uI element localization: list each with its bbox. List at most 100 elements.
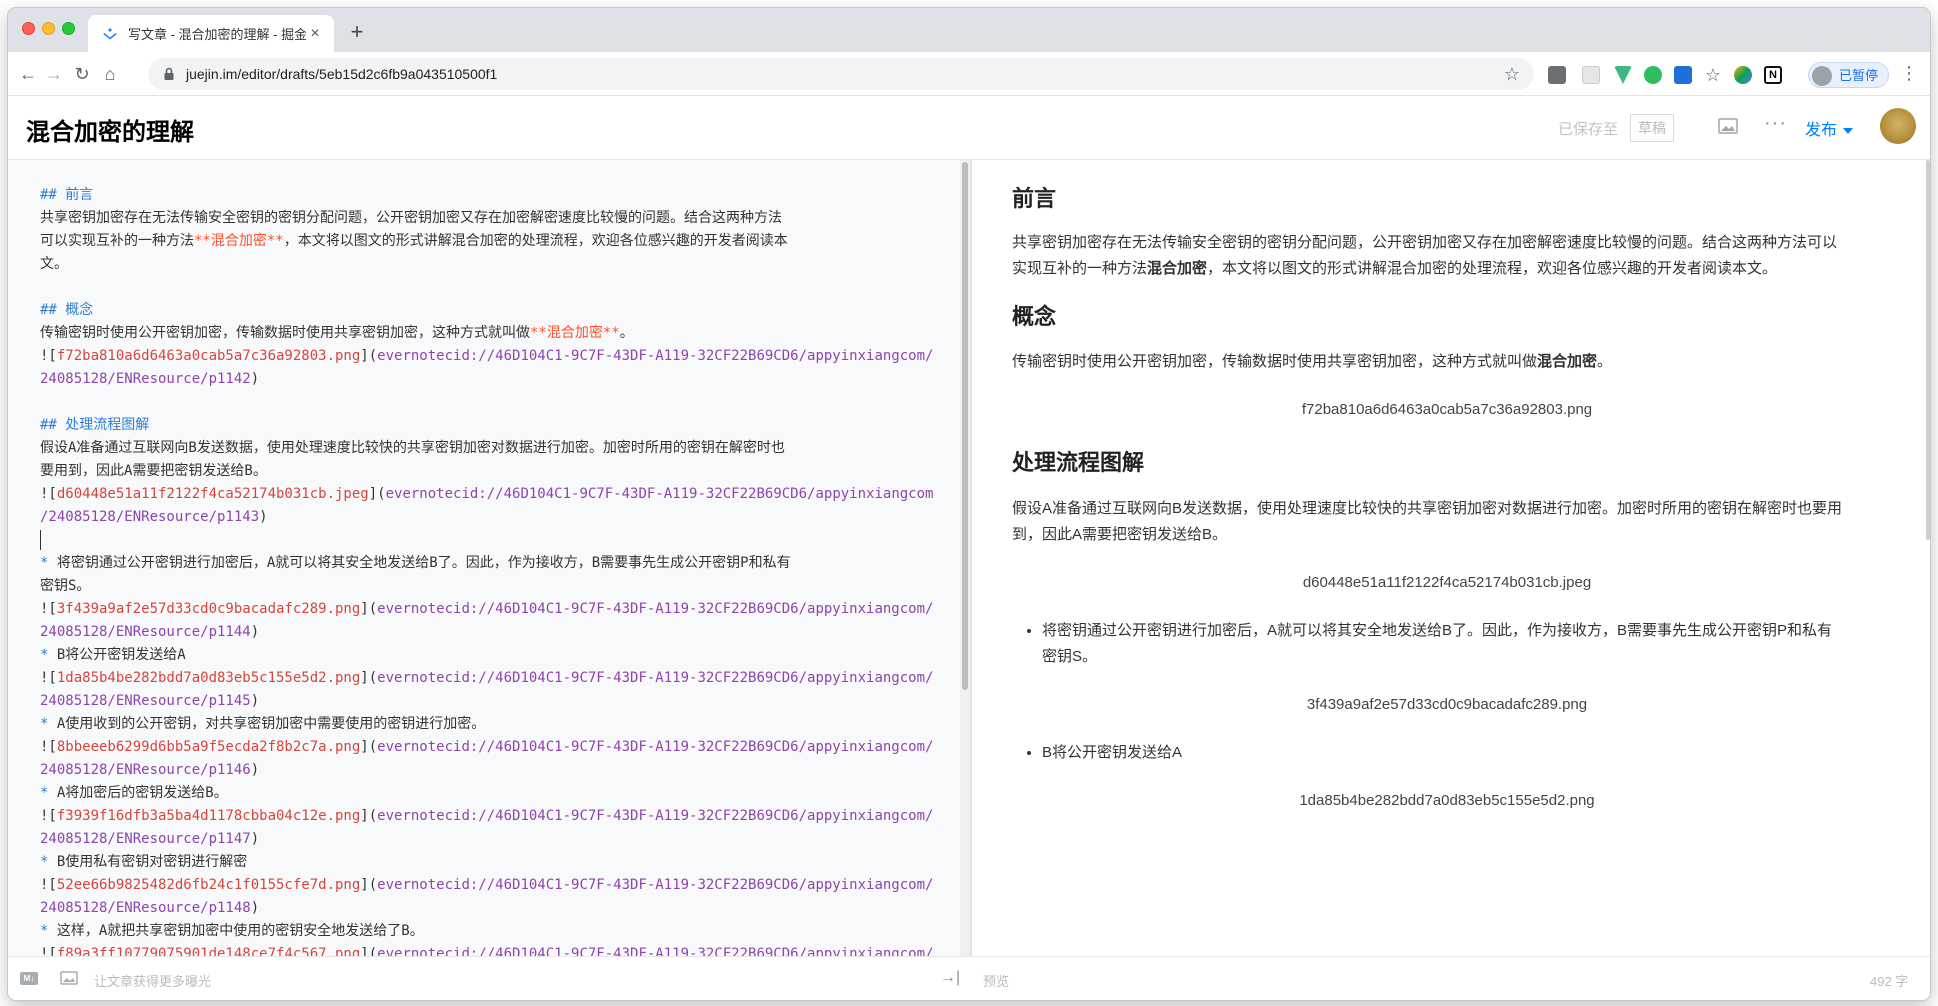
user-avatar[interactable]: [1880, 108, 1916, 144]
editor-line[interactable]: ![52ee66b9825482d6fb24c1f0155cfe7d.png](…: [40, 874, 940, 897]
draft-link[interactable]: 草稿: [1630, 114, 1674, 142]
editor-line[interactable]: 要用到，因此A需要把密钥发送给B。: [40, 460, 940, 483]
editor-token-lnk: 3f439a9af2e57d33cd0c9bacadafc289.png: [56, 601, 361, 617]
extension-icon[interactable]: [1582, 66, 1600, 84]
editor-token-url: 24085128/ENResource/p1144: [40, 624, 251, 640]
editor-heading: ## 处理流程图解: [40, 417, 150, 433]
editor-token-lnk: d60448e51a11f2122f4ca52174b031cb.jpeg: [56, 486, 369, 502]
editor-line[interactable]: 文。: [40, 253, 940, 276]
colorful-extension-icon[interactable]: [1734, 66, 1752, 84]
editor-line[interactable]: 假设A准备通过互联网向B发送数据，使用处理速度比较快的共享密钥加密对数据进行加密…: [40, 437, 940, 460]
profile-paused-button[interactable]: 已暂停: [1808, 62, 1890, 88]
editor-line[interactable]: ## 前言: [40, 184, 940, 207]
address-bar[interactable]: juejin.im/editor/drafts/5eb15d2c6fb9a043…: [148, 58, 1534, 90]
editor-line[interactable]: 24085128/ENResource/p1144): [40, 621, 940, 644]
editor-token: ](: [368, 486, 386, 502]
editor-token: 文。: [40, 256, 68, 272]
editor-line[interactable]: * 这样，A就把共享密钥加密中使用的密钥安全地发送给了B。: [40, 920, 940, 943]
editor-line[interactable]: * A使用收到的公开密钥，对共享密钥加密中需要使用的密钥进行加密。: [40, 713, 940, 736]
editor-token-url: evernotecid://46D104C1-9C7F-43DF-A119-32…: [377, 348, 934, 364]
editor-line[interactable]: * B将公开密钥发送给A: [40, 644, 940, 667]
browser-tab[interactable]: 写文章 - 混合加密的理解 - 掘金 ×: [88, 15, 334, 52]
extension-blue-icon[interactable]: [1674, 66, 1692, 84]
editor-line[interactable]: 24085128/ENResource/p1148): [40, 897, 940, 920]
editor-token-lnk: f72ba810a6d6463a0cab5a7c36a92803.png: [56, 348, 361, 364]
exposure-hint-link[interactable]: 让文章获得更多曝光: [94, 971, 211, 990]
new-tab-button[interactable]: +: [344, 20, 370, 46]
editor-token-url: 24085128/ENResource/p1145: [40, 693, 251, 709]
back-arrow-icon[interactable]: ←: [16, 62, 40, 86]
editor-line[interactable]: ![3f439a9af2e57d33cd0c9bacadafc289.png](…: [40, 598, 940, 621]
editor-line[interactable]: 24085128/ENResource/p1146): [40, 759, 940, 782]
forward-arrow-icon[interactable]: →: [42, 62, 66, 86]
preview-bold: 混合加密: [1537, 353, 1598, 370]
editor-line[interactable]: 可以实现互补的一种方法**混合加密**，本文将以图文的形式讲解混合加密的处理流程…: [40, 230, 940, 253]
editor-token: ](: [360, 348, 378, 364]
editor-token-url: evernotecid://46D104C1-9C7F-43DF-A119-32…: [377, 601, 934, 617]
preview-heading-preface: 前言: [1012, 186, 1057, 211]
editor-token-url: evernotecid://46D104C1-9C7F-43DF-A119-32…: [377, 808, 934, 824]
editor-token: ): [259, 509, 268, 525]
maximize-window-button[interactable]: [62, 22, 75, 35]
editor-token-url: 24085128/ENResource/p1147: [40, 831, 251, 847]
editor-line[interactable]: [40, 529, 940, 552]
editor-line[interactable]: ![f72ba810a6d6463a0cab5a7c36a92803.png](…: [40, 345, 940, 368]
vue-devtools-icon[interactable]: [1614, 66, 1632, 84]
bookmark-extension-icon[interactable]: ☆: [1704, 66, 1722, 84]
editor-token: 将密钥通过公开密钥进行加密后，A就可以将其安全地发送给B了。因此，作为接收方，B…: [56, 555, 791, 571]
editor-line[interactable]: 24085128/ENResource/p1142): [40, 368, 940, 391]
editor-line[interactable]: * A将加密后的密钥发送给B。: [40, 782, 940, 805]
markdown-icon[interactable]: M↓: [20, 972, 38, 985]
editor-token-lnk: f89a3ff10779075901de148ce7f4c567.png: [56, 946, 361, 956]
browser-menu-icon[interactable]: ⋮: [1900, 63, 1918, 84]
editor-token: B将公开密钥发送给A: [56, 647, 186, 663]
editor-token: ](: [360, 670, 378, 686]
collapse-preview-icon[interactable]: →|: [940, 969, 960, 987]
more-options-icon[interactable]: ···: [1764, 112, 1787, 135]
editor-token-url: evernotecid://46D104C1-9C7F-43DF-A119-32…: [377, 877, 934, 893]
editor-line[interactable]: ![8bbeeeb6299d6bb5a9f5ecda2f8b2c7a.png](…: [40, 736, 940, 759]
bookmark-star-icon[interactable]: ☆: [1504, 64, 1520, 85]
download-extension-icon[interactable]: [1548, 66, 1566, 84]
publish-button[interactable]: 发布: [1805, 116, 1854, 140]
editor-line[interactable]: 密钥S。: [40, 575, 940, 598]
evernote-icon[interactable]: [1644, 66, 1662, 84]
preview-scrollbar[interactable]: [1926, 160, 1930, 540]
editor-line[interactable]: * 将密钥通过公开密钥进行加密后，A就可以将其安全地发送给B了。因此，作为接收方…: [40, 552, 940, 575]
editor-line[interactable]: [40, 391, 940, 414]
markdown-editor[interactable]: ## 前言 共享密钥加密存在无法传输安全密钥的密钥分配问题，公开密钥加密又存在加密…: [8, 160, 970, 956]
editor-line[interactable]: ## 处理流程图解: [40, 414, 940, 437]
home-icon[interactable]: ⌂: [98, 62, 122, 86]
editor-line[interactable]: 24085128/ENResource/p1147): [40, 828, 940, 851]
editor-token: A使用收到的公开密钥，对共享密钥加密中需要使用的密钥进行加密。: [56, 716, 486, 732]
close-tab-icon[interactable]: ×: [306, 25, 324, 43]
editor-token: ![: [40, 601, 57, 617]
editor-line[interactable]: 24085128/ENResource/p1145): [40, 690, 940, 713]
notion-icon[interactable]: N: [1764, 66, 1782, 84]
editor-token: ): [250, 900, 260, 916]
editor-text[interactable]: ## 前言 共享密钥加密存在无法传输安全密钥的密钥分配问题，公开密钥加密又存在加密…: [40, 184, 940, 956]
editor-line[interactable]: ![d60448e51a11f2122f4ca52174b031cb.jpeg]…: [40, 483, 940, 506]
editor-line[interactable]: [40, 276, 940, 299]
preview-text: 实现互补的一种方法: [1012, 260, 1148, 277]
editor-token: ](: [360, 877, 378, 893]
editor-token: ![: [40, 670, 57, 686]
editor-line[interactable]: ![f3939f16dfb3a5ba4d1178cbba04c12e.png](…: [40, 805, 940, 828]
minimize-window-button[interactable]: [42, 22, 55, 35]
cover-image-icon[interactable]: [1718, 118, 1738, 134]
reload-icon[interactable]: ↻: [70, 62, 94, 86]
editor-line[interactable]: * B使用私有密钥对密钥进行解密: [40, 851, 940, 874]
editor-line[interactable]: ## 概念: [40, 299, 940, 322]
editor-scrollbar[interactable]: [962, 162, 968, 690]
upload-image-icon[interactable]: [60, 971, 78, 985]
editor-token: A将加密后的密钥发送给B。: [56, 785, 228, 801]
editor-line[interactable]: ![f89a3ff10779075901de148ce7f4c567.png](…: [40, 943, 940, 956]
editor-token-lnk: 1da85b4be282bdd7a0d83eb5c155e5d2.png: [56, 670, 361, 686]
article-title-input[interactable]: 混合加密的理解: [26, 112, 194, 147]
editor-line[interactable]: ![1da85b4be282bdd7a0d83eb5c155e5d2.png](…: [40, 667, 940, 690]
editor-line[interactable]: 共享密钥加密存在无法传输安全密钥的密钥分配问题，公开密钥加密又存在加密解密速度比…: [40, 207, 940, 230]
editor-line[interactable]: /24085128/ENResource/p1143): [40, 506, 940, 529]
editor-line[interactable]: 传输密钥时使用公开密钥加密，传输数据时使用共享密钥加密，这种方式就叫做**混合加…: [40, 322, 940, 345]
caret-down-icon: [1843, 127, 1854, 134]
close-window-button[interactable]: [22, 22, 35, 35]
